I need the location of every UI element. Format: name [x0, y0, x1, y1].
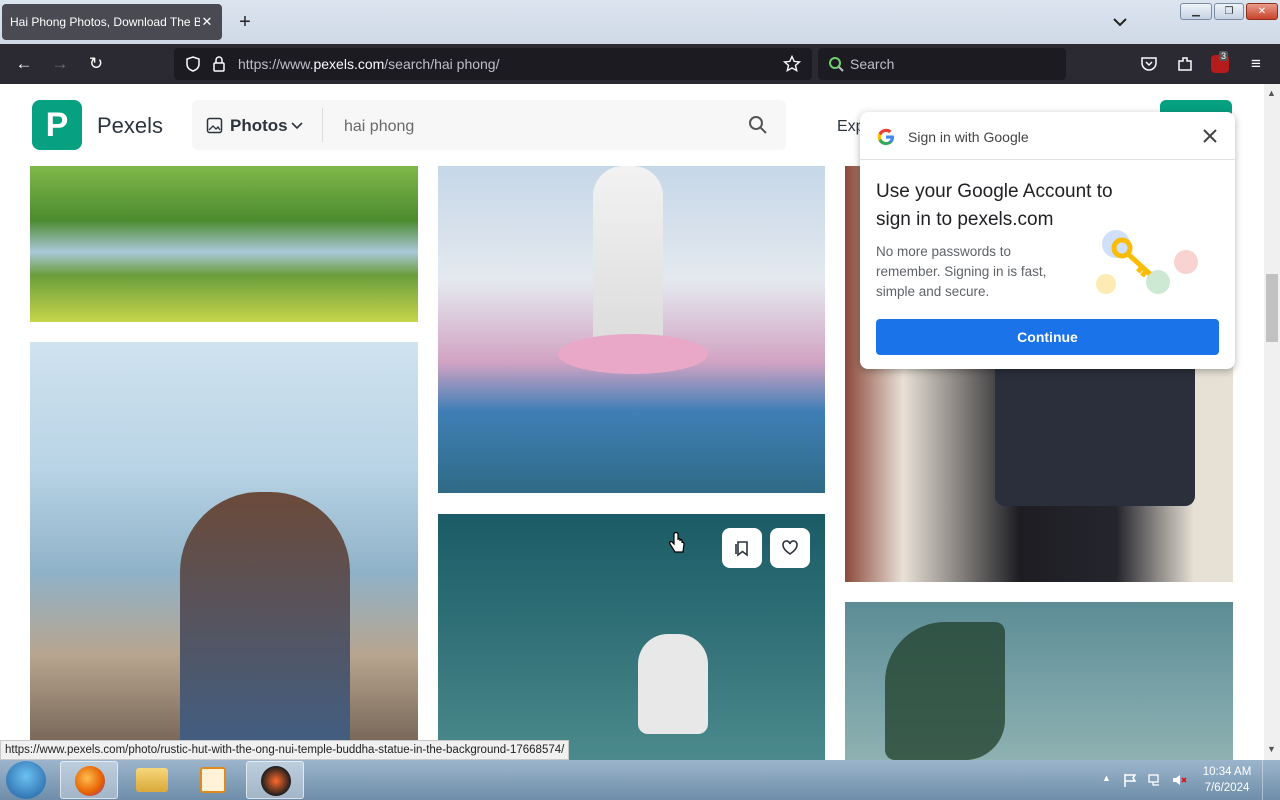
photo-temple-statue[interactable] [438, 166, 825, 493]
hand-cursor-icon [669, 532, 685, 553]
photo-woman-portrait[interactable] [30, 342, 418, 760]
search-engine-icon [829, 57, 844, 72]
lock-icon[interactable] [210, 55, 228, 73]
app-icon [261, 766, 291, 796]
taskbar-firefox[interactable] [60, 761, 118, 799]
tree-shape [885, 622, 1005, 760]
tray-expand-icon[interactable]: ▲ [1102, 773, 1111, 783]
search-input[interactable]: hai phong [344, 118, 414, 136]
key-illustration-icon [1096, 230, 1198, 294]
divider [322, 108, 323, 142]
media-player-icon [200, 767, 226, 793]
clock-date[interactable]: 7/6/2024 [1197, 782, 1257, 794]
flag-icon[interactable] [1122, 772, 1138, 788]
navigation-bar: ← → ↻ https://www.pexels.com/search/hai … [0, 44, 1280, 84]
scrollbar-thumb[interactable] [1266, 274, 1278, 342]
taskbar-explorer[interactable] [122, 761, 180, 799]
pocket-icon[interactable] [1140, 55, 1158, 73]
taskbar-app[interactable] [246, 761, 304, 799]
firefox-icon [75, 766, 105, 796]
tab-close-icon[interactable]: ✕ [200, 14, 214, 30]
collect-button[interactable] [722, 528, 762, 568]
popup-header: Sign in with Google [860, 112, 1235, 160]
minimize-button[interactable]: ▁ [1180, 3, 1212, 20]
folder-icon [136, 768, 168, 792]
address-bar[interactable]: https://www.pexels.com/search/hai phong/ [174, 48, 812, 80]
heart-icon [782, 540, 798, 555]
window-close-button[interactable]: ✕ [1246, 3, 1278, 20]
chevron-down-icon[interactable] [291, 121, 303, 131]
tab-active[interactable]: Hai Phong Photos, Download The B ✕ [2, 4, 222, 40]
search-icon[interactable] [748, 115, 768, 135]
extensions-icon[interactable] [1176, 55, 1194, 73]
close-icon[interactable] [1200, 126, 1220, 146]
url-text: https://www.pexels.com/search/hai phong/ [238, 56, 500, 72]
portrait-figure [180, 492, 350, 760]
web-page: P Pexels Photos hai phong Exp Sign in wi… [0, 84, 1264, 760]
image-icon [206, 117, 223, 134]
google-signin-popup: Sign in with Google Use your Google Acco… [860, 112, 1235, 369]
buddha-shape [638, 634, 708, 734]
reload-icon[interactable]: ↻ [86, 54, 106, 74]
scroll-down-icon[interactable]: ▼ [1267, 744, 1276, 754]
star-icon[interactable] [783, 55, 801, 73]
popup-body: No more passwords to remember. Signing i… [876, 244, 1047, 299]
lotus-shape [558, 334, 708, 374]
extension-badge: 3 [1219, 51, 1229, 61]
search-placeholder: Search [850, 56, 895, 72]
photo-buddha-statue[interactable] [438, 514, 825, 760]
popup-title: Sign in with Google [908, 129, 1029, 145]
continue-button[interactable]: Continue [876, 319, 1219, 355]
photo-tree-sky[interactable] [845, 602, 1233, 760]
tab-strip: Hai Phong Photos, Download The B ✕ + ▁ ❐… [0, 0, 1280, 44]
tab-title: Hai Phong Photos, Download The B [10, 15, 200, 29]
show-desktop-button[interactable] [1262, 760, 1280, 800]
search-type-label[interactable]: Photos [230, 116, 288, 136]
back-arrow-icon[interactable]: ← [14, 54, 34, 74]
like-button[interactable] [770, 528, 810, 568]
google-g-icon [877, 128, 894, 145]
link-status-url: https://www.pexels.com/photo/rustic-hut-… [0, 740, 570, 760]
taskbar-media-player[interactable] [184, 761, 242, 799]
scroll-up-icon[interactable]: ▲ [1267, 88, 1276, 98]
network-icon[interactable] [1147, 772, 1163, 788]
statue-shape [593, 166, 663, 346]
restore-button[interactable]: ❐ [1214, 3, 1244, 20]
browser-search-field[interactable]: Search [818, 48, 1066, 80]
page-scrollbar[interactable]: ▲ ▼ [1264, 84, 1280, 760]
chevron-down-icon[interactable] [1110, 12, 1130, 32]
photo-rice-fields[interactable] [30, 166, 418, 322]
start-button[interactable] [6, 761, 46, 799]
pexels-logo[interactable]: P [32, 100, 82, 150]
volume-muted-icon[interactable] [1171, 772, 1187, 788]
menu-icon[interactable]: ≡ [1246, 54, 1266, 74]
brand-name[interactable]: Pexels [97, 113, 163, 139]
clock-time[interactable]: 10:34 AM [1197, 766, 1257, 778]
forward-arrow-icon[interactable]: → [50, 54, 70, 74]
top-shape [995, 346, 1195, 506]
bookmark-icon [735, 541, 748, 557]
shield-icon[interactable] [184, 55, 202, 73]
new-tab-button[interactable]: + [234, 10, 256, 34]
taskbar: ▲ 10:34 AM 7/6/2024 [0, 760, 1280, 800]
